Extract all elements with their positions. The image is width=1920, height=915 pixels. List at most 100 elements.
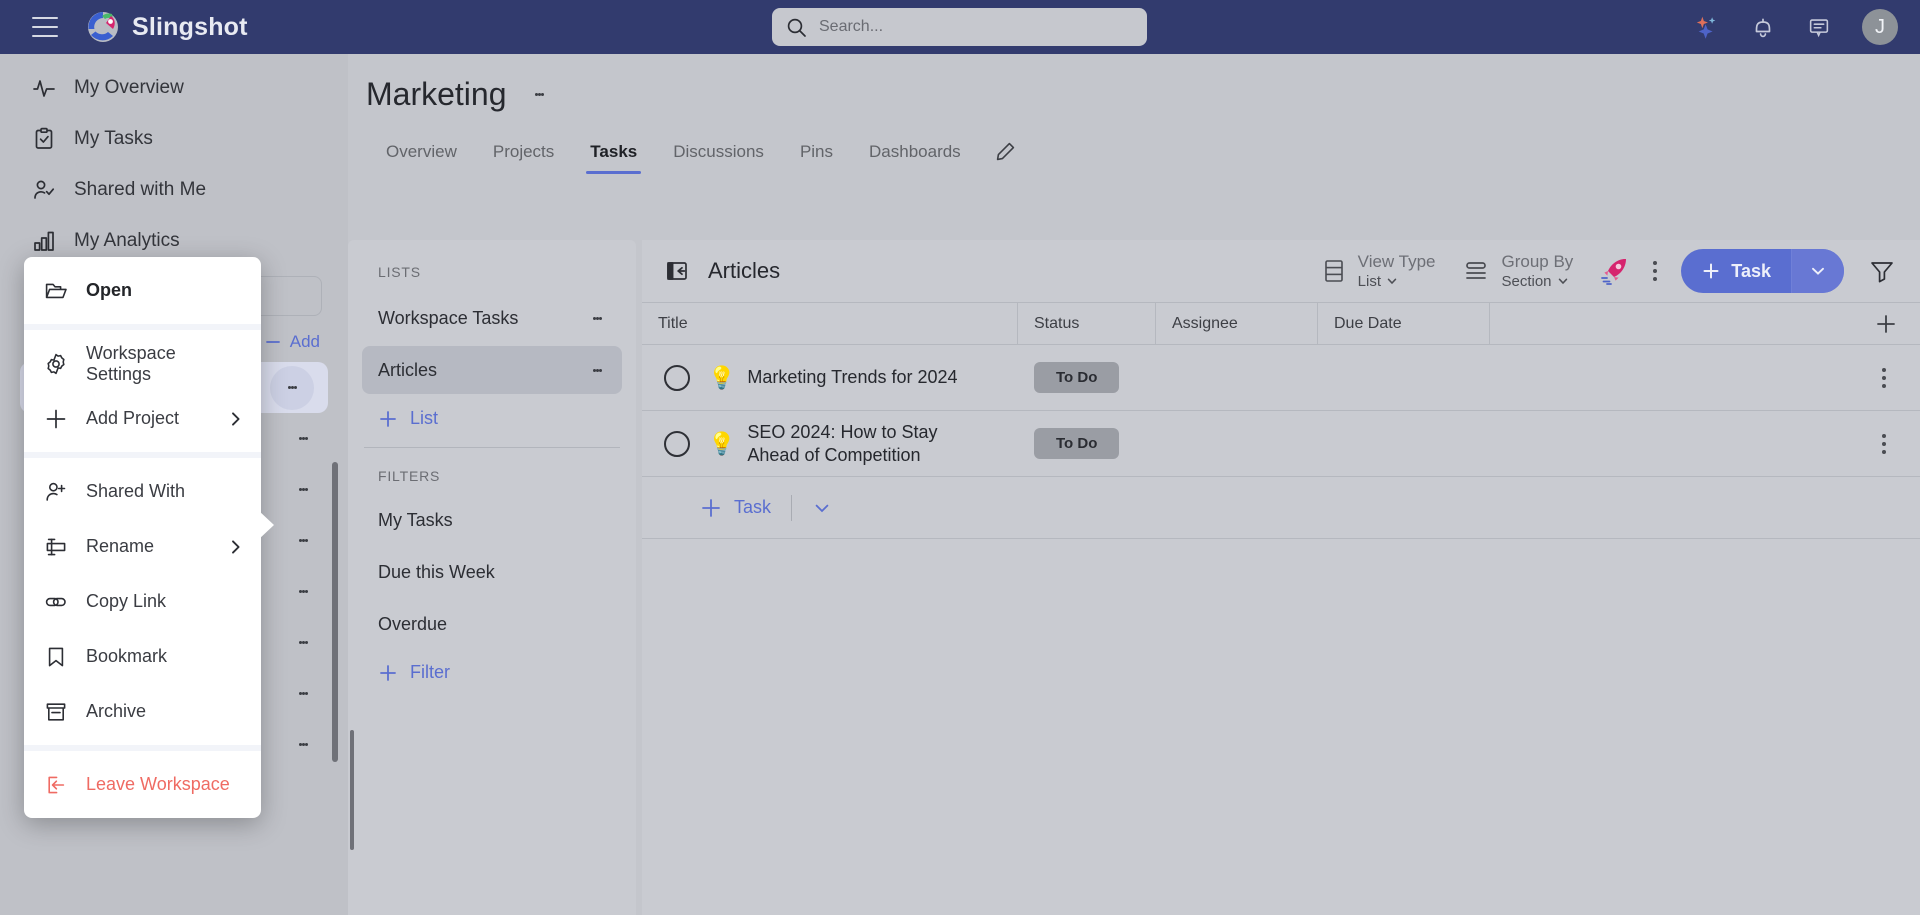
avatar[interactable]: J [1862,9,1898,45]
row-more-icon[interactable] [1870,430,1898,458]
add-column-button[interactable] [1490,303,1920,345]
sparkle-ai-icon[interactable] [1694,14,1720,40]
lists-panel: LISTS Workspace Tasks Articles List FILT… [348,240,636,915]
table-add-task-dropdown[interactable] [812,498,832,518]
tab-pins[interactable]: Pins [782,136,851,174]
context-menu-group: Leave Workspace [24,751,261,818]
funnel-icon[interactable] [1862,251,1902,291]
table-row[interactable]: 💡 SEO 2024: How to Stay Ahead of Competi… [642,411,1920,477]
add-filter-button[interactable]: Filter [348,648,636,683]
context-menu-group: Workspace Settings Add Project [24,330,261,452]
workspace-row-kebab-icon[interactable] [270,366,314,410]
status-badge[interactable]: To Do [1034,428,1119,459]
add-task-dropdown[interactable] [1792,249,1844,293]
chevron-down-icon [1809,262,1827,280]
add-task-label: Task [1731,261,1771,282]
column-header-due-date[interactable]: Due Date [1318,303,1490,345]
page-kebab-icon[interactable] [529,84,551,106]
sidebar-item-my-overview[interactable]: My Overview [0,62,348,113]
table-row[interactable]: 💡 Marketing Trends for 2024 To Do [642,345,1920,411]
activity-icon [32,76,56,100]
context-menu-item-leave-workspace[interactable]: Leave Workspace [24,757,261,812]
collapse-panel-icon[interactable] [664,258,690,284]
context-menu-item-copy-link[interactable]: Copy Link [24,574,261,629]
plus-icon [1701,261,1721,281]
task-board: Articles View Type [642,240,1920,915]
context-menu-item-open[interactable]: Open [24,263,261,318]
row-more-icon[interactable] [1870,364,1898,392]
column-header-assignee[interactable]: Assignee [1156,303,1318,345]
gear-icon [44,352,68,376]
filter-item-overdue[interactable]: Overdue [362,600,622,648]
workspace-row-kebab-icon[interactable] [292,428,314,450]
sidebar-item-my-tasks[interactable]: My Tasks [0,113,348,164]
context-menu-item-rename[interactable]: Rename [24,519,261,574]
plus-icon [700,497,722,519]
tab-projects[interactable]: Projects [475,136,572,174]
list-item-workspace-tasks[interactable]: Workspace Tasks [362,294,622,342]
workspace-row-kebab-icon[interactable] [292,530,314,552]
table-add-task-button[interactable]: Task [700,497,771,519]
table-header-row: Title Status Assignee Due Date [642,303,1920,345]
board-more-icon[interactable] [1641,257,1669,285]
task-complete-toggle[interactable] [664,431,690,457]
task-title: SEO 2024: How to Stay Ahead of Competiti… [747,421,957,466]
workspace-context-menu: Open Workspace Settings Add Project [24,257,261,818]
chat-row-kebab-icon[interactable] [292,683,314,705]
context-menu-item-bookmark[interactable]: Bookmark [24,629,261,684]
context-menu-item-workspace-settings[interactable]: Workspace Settings [24,336,261,391]
tab-tasks[interactable]: Tasks [572,136,655,174]
chat-icon[interactable] [1806,14,1832,40]
lists-panel-scrollbar[interactable] [350,730,354,850]
tab-dashboards[interactable]: Dashboards [851,136,979,174]
search-input[interactable] [819,18,1133,36]
task-complete-toggle[interactable] [664,365,690,391]
email-row-kebab-icon[interactable] [292,734,314,756]
workspace-row-kebab-icon[interactable] [292,479,314,501]
status-badge[interactable]: To Do [1034,362,1119,393]
add-task-button[interactable]: Task [1681,249,1844,293]
sidebar-scrollbar[interactable] [332,462,338,762]
topbar-actions: J [1694,0,1898,54]
hamburger-icon[interactable] [32,17,58,37]
sidebar-item-shared-with-me[interactable]: Shared with Me [0,164,348,215]
page-title-row: Marketing [366,76,1920,113]
task-table: Title Status Assignee Due Date 💡 Marketi… [642,302,1920,539]
slingshot-logo-icon [86,10,120,44]
column-header-status[interactable]: Status [1018,303,1156,345]
group-by-control[interactable]: Group By Section [1449,252,1587,290]
chevron-right-icon [227,538,245,556]
context-menu-item-add-project[interactable]: Add Project [24,391,261,446]
page-header: Marketing Overview Projects Tasks Discus… [348,54,1920,174]
link-icon [44,590,68,614]
add-list-label: List [410,408,438,429]
bell-icon[interactable] [1750,14,1776,40]
filter-item-my-tasks[interactable]: My Tasks [362,496,622,544]
page-tabs: Overview Projects Tasks Discussions Pins… [366,135,1920,174]
tab-discussions[interactable]: Discussions [655,136,782,174]
sidebar-label: My Analytics [74,230,180,252]
tab-overview[interactable]: Overview [368,136,475,174]
column-header-title[interactable]: Title [642,303,1018,345]
list-item-articles[interactable]: Articles [362,346,622,394]
pencil-icon[interactable] [979,135,1028,174]
rocket-icon[interactable] [1597,254,1631,288]
group-by-value: Section [1501,273,1551,290]
add-list-button[interactable]: List [348,394,636,429]
view-type-control[interactable]: View Type List [1308,252,1450,290]
workspace-row-kebab-icon[interactable] [292,632,314,654]
user-check-icon [32,178,56,202]
context-menu-item-shared-with[interactable]: Shared With [24,464,261,519]
context-menu-label: Workspace Settings [86,343,245,385]
list-item-kebab-icon[interactable] [586,359,608,381]
list-item-kebab-icon[interactable] [586,307,608,329]
context-menu-item-archive[interactable]: Archive [24,684,261,739]
logout-icon [44,773,68,797]
filter-item-due-this-week[interactable]: Due this Week [362,548,622,596]
bookmark-icon [44,645,68,669]
context-menu-label: Open [86,280,132,301]
add-workspace-button[interactable]: Add [264,332,320,352]
workspace-row-kebab-icon[interactable] [292,581,314,603]
search-bar[interactable] [772,8,1147,46]
folder-open-icon [44,279,68,303]
